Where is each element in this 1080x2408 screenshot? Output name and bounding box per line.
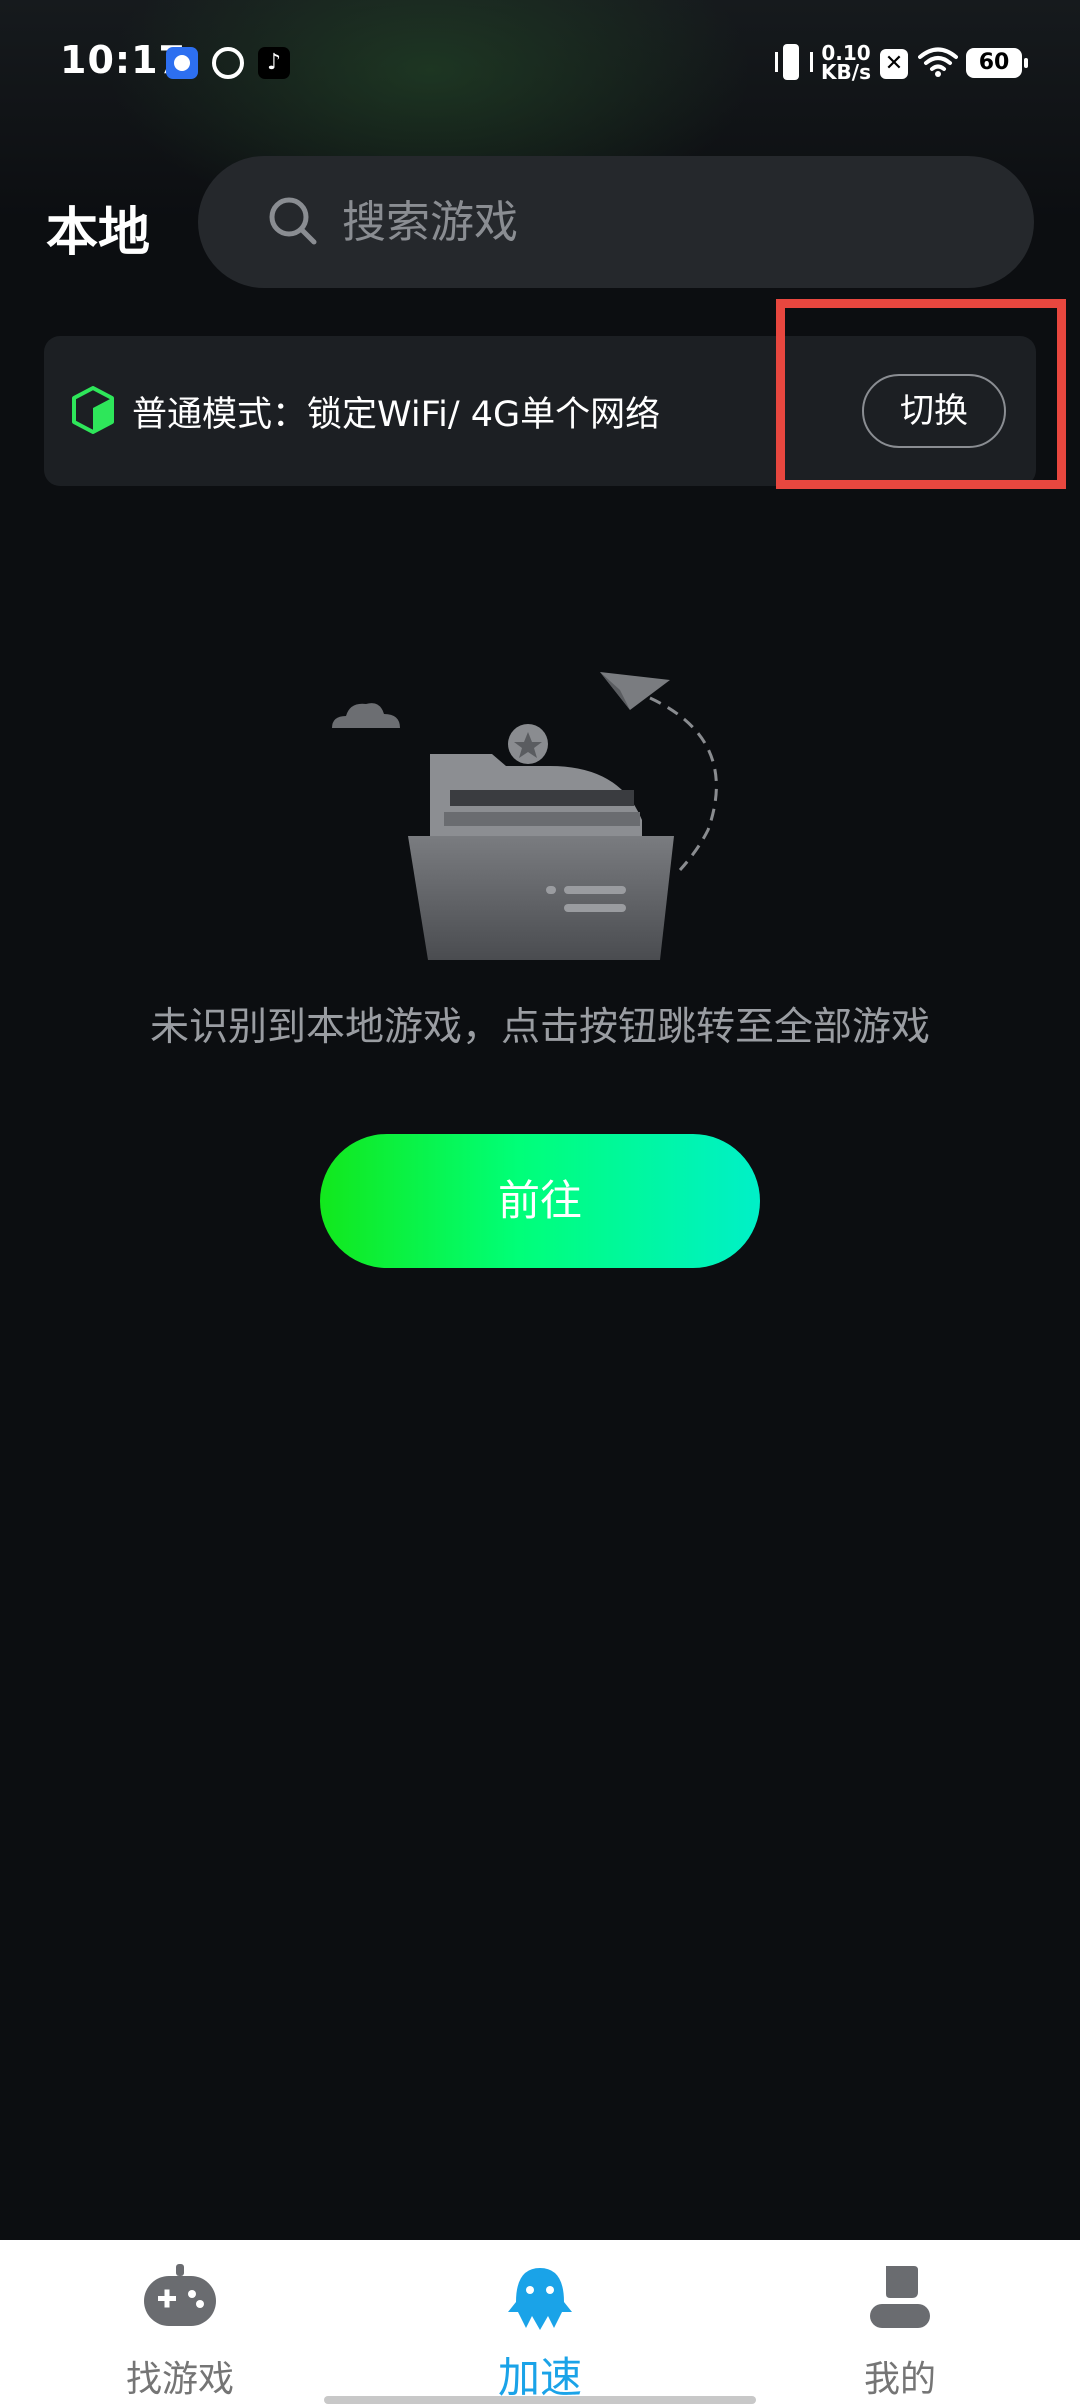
goto-button[interactable]: 前往 [320, 1134, 760, 1268]
search-icon [269, 197, 317, 245]
home-indicator[interactable] [324, 2396, 756, 2404]
cube-icon [72, 386, 114, 434]
rocket-icon [508, 2268, 572, 2330]
x-icon: ✕ [880, 49, 908, 79]
vibrate-icon [775, 44, 813, 84]
tab-label-find-games: 找游戏 [125, 2359, 234, 2400]
tiktok-icon: ♪ [258, 47, 290, 79]
wifi-icon [918, 46, 958, 86]
tab-label-mine: 我的 [863, 2359, 936, 2400]
app-icon-ring [212, 47, 244, 79]
app-icon-blue [166, 47, 198, 79]
search-box[interactable] [198, 156, 1034, 288]
tab-find-games[interactable]: 找游戏 [0, 2240, 360, 2408]
page-title: 本地 [46, 203, 151, 263]
mode-text: 普通模式：锁定WiFi/ 4G单个网络 [132, 395, 661, 435]
battery-icon: 60 [966, 48, 1028, 78]
status-bar: 10:17 ♪ 0.10 KB/s ✕ 60 [0, 0, 1080, 110]
app-screen: 10:17 ♪ 0.10 KB/s ✕ 60 本地 搜索游戏 普通模式：锁定Wi… [0, 0, 1080, 2408]
tab-mine[interactable]: 我的 [720, 2240, 1080, 2408]
user-icon [870, 2266, 930, 2328]
tab-boost[interactable]: 加速 [360, 2240, 720, 2408]
empty-message: 未识别到本地游戏，点击按钮跳转至全部游戏 [149, 1005, 930, 1050]
net-speed: 0.10 KB/s [820, 43, 872, 84]
empty-folder-illustration [332, 672, 718, 960]
net-speed-unit: KB/s [821, 60, 871, 84]
gamepad-icon [144, 2264, 216, 2326]
highlight-box [776, 299, 1066, 489]
search-input[interactable] [342, 192, 982, 252]
bottom-nav: 找游戏 加速 我的 [0, 2240, 1080, 2408]
